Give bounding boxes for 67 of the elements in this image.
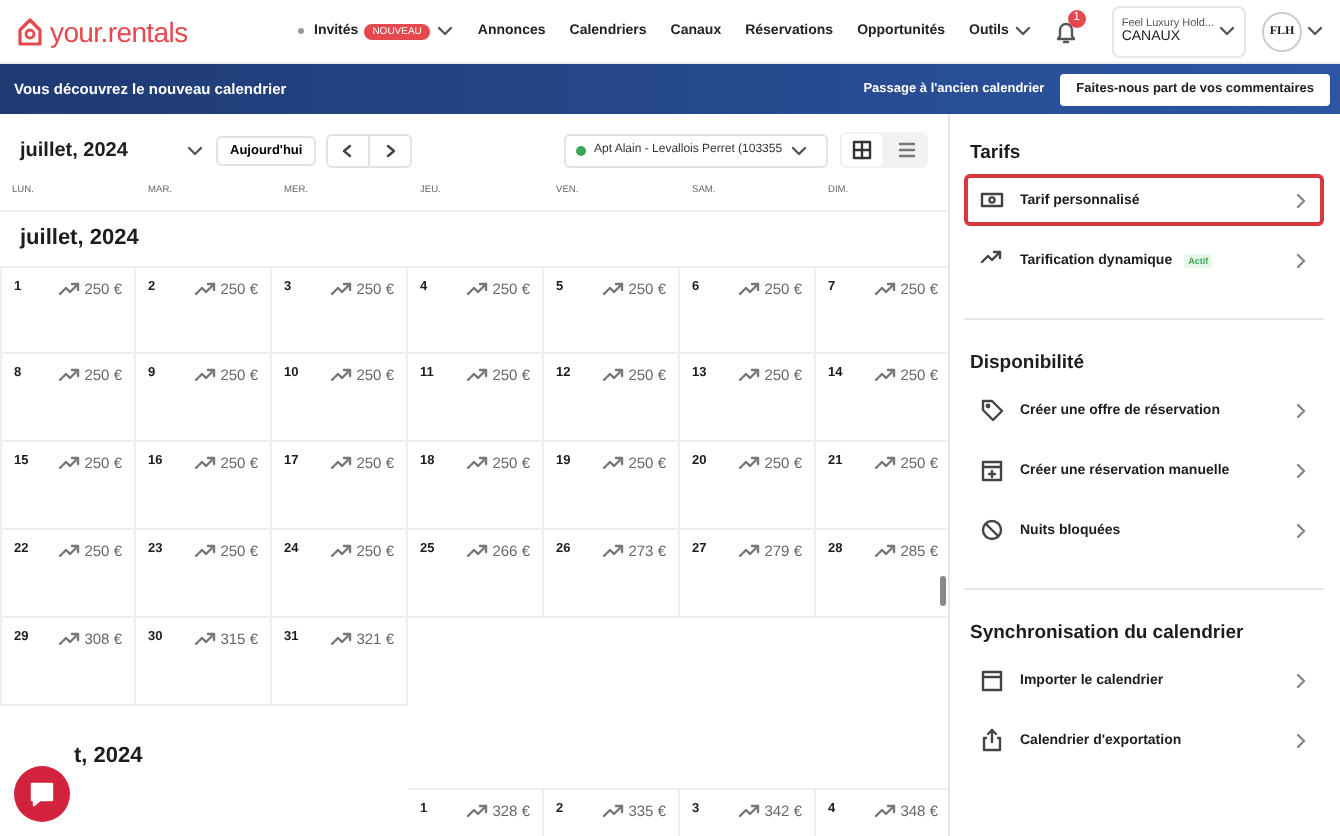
trend-up-icon [466,366,489,384]
trend-up-icon [874,280,897,298]
month-title: juillet, 2024 [17,224,141,254]
trend-up-icon [466,802,489,820]
trend-up-icon [58,280,81,298]
banknote-icon [980,188,1004,212]
chevron-right-icon [1294,401,1308,419]
house-logo-icon [16,15,44,47]
export-icon [980,728,1004,752]
chevron-right-icon [1294,731,1308,749]
trend-up-icon [58,366,81,384]
trend-up-icon [58,542,81,560]
trend-up-icon [602,366,625,384]
caret-icon [790,141,809,159]
trend-up-icon [602,542,625,560]
blocked-icon [980,518,1004,542]
trend-up-icon [874,454,897,472]
section-title: Disponibilité [968,350,1086,378]
trend-up-icon [602,802,625,820]
trend-up-icon [738,366,761,384]
trend-up-icon [194,280,217,298]
trend-up-icon [738,454,761,472]
logo[interactable]: your.rentals [50,15,188,47]
trend-up-icon [738,542,761,560]
trend-up-icon [466,542,489,560]
trend-up-icon [874,542,897,560]
trend-up-icon [330,280,353,298]
bell-icon [1053,18,1078,44]
trend-up-icon [330,454,353,472]
caret-icon [1218,22,1236,40]
section-title: Synchronisation du calendrier [968,620,1246,648]
trend-up-icon [466,454,489,472]
tag-icon [980,398,1004,422]
chevron-right-icon [1294,521,1308,539]
trend-up-icon [330,366,353,384]
chevron-right-icon [1294,671,1308,689]
caret-icon [1014,22,1033,40]
chevron-right-icon [1294,191,1308,209]
caret-icon [435,22,454,40]
trend-up-icon [194,454,217,472]
trend-up-icon [466,280,489,298]
trend-up-icon [58,630,81,648]
month-select[interactable]: juillet, 2024 [20,139,204,161]
chevron-right-icon [1294,461,1308,479]
trend-up-icon [874,802,897,820]
trend-up-icon [330,542,353,560]
section-title: Tarifs [968,140,1023,168]
trend-up-icon [194,366,217,384]
grid-view-icon[interactable] [842,134,882,166]
chat-icon [28,780,56,808]
trend-up-icon [738,280,761,298]
trend-up-icon [738,802,761,820]
calendar-icon [980,668,1004,692]
scrollbar[interactable] [940,576,946,606]
trend-up-icon [602,280,625,298]
trend-up-icon [330,630,353,648]
chevron-right-icon [1294,251,1308,269]
month-title: t, 2024 [72,742,145,772]
calendar-plus-icon [980,458,1004,482]
trend-up-icon [194,630,217,648]
caret-icon [1306,22,1324,40]
trend-up-icon [874,366,897,384]
trend-up-icon [194,542,217,560]
caret-icon [186,141,204,159]
chat-button[interactable] [14,766,70,822]
trend-up-icon [602,454,625,472]
trend-up-icon [58,454,81,472]
